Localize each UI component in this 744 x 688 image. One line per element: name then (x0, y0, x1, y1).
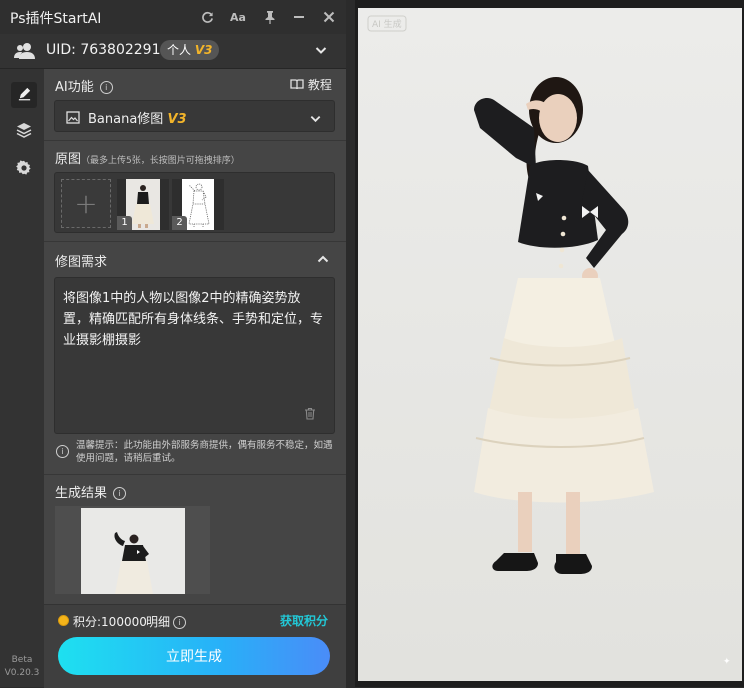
tutorial-label: 教程 (307, 78, 332, 92)
canvas-watermark: AI 生成 (372, 20, 402, 30)
minimize-icon[interactable] (288, 6, 310, 28)
main-content: AI功能 i 教程 Banana修图 V3 原图（最多上传5张，长按图片可拖拽排序… (44, 69, 346, 688)
info-icon: i (56, 445, 69, 458)
plus-icon: + (74, 187, 98, 220)
close-icon[interactable] (318, 6, 340, 28)
version-tag: Beta (11, 655, 33, 665)
plan-badge: 个人 V3 (160, 40, 220, 60)
plan-version: V3 (194, 43, 213, 57)
version-number: V0.20.3 (4, 668, 40, 678)
model-version: V3 (167, 112, 187, 127)
source-image-list: + 1 2 (54, 172, 335, 233)
settings-button[interactable] (11, 157, 37, 183)
image-index: 2 (172, 216, 187, 230)
chevron-down-icon[interactable] (314, 42, 328, 61)
canvas-photo[interactable]: ✦ AI 生成 (358, 8, 742, 681)
layers-button[interactable] (11, 119, 37, 145)
result-heading: 生成结果 i (55, 482, 127, 501)
edit-tool-button[interactable] (11, 82, 37, 108)
info-icon[interactable]: i (113, 487, 127, 500)
plan-label: 个人 (167, 43, 192, 57)
source-image-thumb[interactable]: 1 (117, 179, 169, 230)
result-thumbnail[interactable] (55, 506, 210, 594)
pencil-icon (17, 86, 32, 105)
chevron-up-icon[interactable] (316, 251, 330, 270)
divider (44, 474, 346, 475)
users-icon (14, 42, 36, 64)
tutorial-link[interactable]: 教程 (290, 76, 332, 93)
divider (44, 140, 346, 141)
image-edit-icon (66, 109, 80, 128)
model-name: Banana修图 V3 (88, 108, 187, 127)
ai-function-heading: AI功能 i (55, 76, 113, 95)
model-select[interactable]: Banana修图 V3 (54, 100, 335, 132)
trash-icon[interactable] (304, 405, 316, 424)
points-value: 积分:100000 (73, 615, 147, 629)
source-images-heading: 原图（最多上传5张，长按图片可拖拽排序） (55, 148, 240, 167)
uid-label: UID: 763802291 (46, 42, 161, 58)
chevron-down-icon (309, 110, 322, 129)
font-size-icon[interactable]: Aa (227, 6, 249, 28)
source-image-thumb[interactable]: 2 (172, 179, 224, 230)
divider (44, 241, 346, 242)
generate-button[interactable]: 立即生成 (58, 637, 330, 675)
image-index: 1 (117, 216, 132, 230)
layers-icon (16, 122, 32, 142)
plugin-panel: Ps插件StartAI Aa UID: 763802291 个人 V3 Beta… (0, 0, 346, 688)
book-icon (290, 79, 304, 90)
prompt-text[interactable]: 将图像1中的人物以图像2中的精确姿势放置，精确匹配所有身体线条、手势和定位，专业… (63, 288, 325, 351)
pin-icon[interactable] (259, 6, 281, 28)
info-icon: i (173, 616, 187, 629)
user-bar: UID: 763802291 个人 V3 (0, 34, 346, 69)
gear-icon (16, 160, 32, 180)
model-name-text: Banana修图 (88, 112, 164, 127)
refresh-icon[interactable] (196, 6, 218, 28)
app-title: Ps插件StartAI (10, 11, 102, 27)
title-bar: Ps插件StartAI Aa (0, 0, 346, 34)
footer-bar: 积分:100000 明细 i 获取积分 立即生成 (44, 604, 346, 688)
prompt-textarea[interactable]: 将图像1中的人物以图像2中的精确姿势放置，精确匹配所有身体线条、手势和定位，专业… (54, 277, 335, 434)
coin-icon (58, 615, 69, 626)
get-points-link[interactable]: 获取积分 (280, 612, 328, 629)
ai-function-label: AI功能 (55, 80, 94, 95)
add-image-button[interactable]: + (61, 179, 111, 228)
source-images-label: 原图 (55, 152, 82, 167)
result-label: 生成结果 (55, 486, 108, 501)
points-detail-link[interactable]: 明细 i (146, 613, 187, 630)
requirements-label: 修图需求 (55, 255, 108, 270)
detail-label: 明细 (146, 615, 171, 629)
source-images-hint: （最多上传5张，长按图片可拖拽排序） (81, 156, 240, 166)
side-rail: Beta V0.20.3 (0, 69, 44, 687)
notice-text: 温馨提示：此功能由外部服务商提供，偶有服务不稳定，如遇使用问题，请稍后重试。 (76, 440, 333, 464)
svg-text:✦: ✦ (723, 657, 731, 667)
info-icon[interactable]: i (99, 81, 113, 94)
